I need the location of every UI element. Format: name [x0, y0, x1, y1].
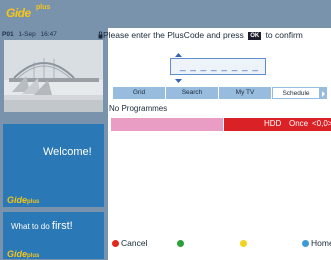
welcome-logo: Gideplus — [7, 190, 39, 207]
what-logo: Gideplus — [7, 244, 39, 259]
instruction-after: to confirm — [265, 30, 303, 40]
down-arrow-icon[interactable] — [175, 79, 182, 83]
logo-plus: plus — [27, 199, 40, 205]
up-arrow-icon[interactable] — [175, 53, 182, 57]
status-line: P01 1-Sep 16:47 — [2, 31, 60, 38]
welcome-panel[interactable]: Welcome! Gideplus — [3, 124, 104, 207]
schedule-entry-row[interactable]: HDD Once <0,0> — [108, 117, 331, 131]
schedule-slot — [111, 118, 223, 131]
header-bar: Gide plus — [0, 0, 331, 28]
record-device: HDD — [264, 119, 282, 128]
live-tv-thumbnail — [4, 40, 103, 112]
ok-key-icon: OK — [248, 32, 262, 40]
opera-house-picture — [4, 40, 103, 112]
tab-my-tv[interactable]: My TV — [219, 87, 272, 99]
home-label[interactable]: Home — [311, 238, 331, 248]
logo-plus: plus — [27, 253, 40, 259]
empty-schedule-label: No Programmes — [109, 104, 168, 113]
logo-plus: plus — [36, 4, 51, 11]
pluscode-input[interactable]: _ _ _ _ _ _ _ _ — [170, 58, 266, 75]
instruction-text: Please enter the PlusCode and press OK t… — [103, 30, 303, 40]
red-key-icon[interactable] — [112, 240, 119, 247]
guideplus-logo: Gide plus — [6, 4, 50, 24]
green-key-icon[interactable] — [177, 240, 184, 247]
what-to-do-text: What to do first! — [11, 220, 73, 232]
channel-number: P01 — [2, 31, 14, 38]
logo-text: Gide — [7, 195, 28, 205]
color-key-legend: Cancel Home — [110, 238, 331, 250]
welcome-text: Welcome! — [43, 146, 92, 158]
cancel-label[interactable]: Cancel — [121, 238, 147, 248]
tab-scroll-right[interactable] — [320, 87, 327, 99]
instruction-before: Please enter the PlusCode and press — [103, 30, 244, 40]
what-prefix: What to do — [11, 222, 50, 231]
tab-search[interactable]: Search — [166, 87, 219, 99]
pluscode-value: _ _ _ _ _ _ _ _ — [180, 61, 259, 72]
logo-text: Gide — [7, 249, 28, 259]
what-emphasis: first! — [51, 220, 73, 232]
what-to-do-panel[interactable]: What to do first! Gideplus — [3, 212, 104, 259]
chevron-right-icon — [322, 91, 325, 97]
record-count: <0,0> — [312, 119, 331, 128]
time-text: 16:47 — [40, 31, 57, 38]
date-text: 1-Sep — [18, 31, 36, 38]
blue-key-icon[interactable] — [302, 240, 309, 247]
tab-grid[interactable]: Grid — [113, 87, 166, 99]
logo-text: Gide — [6, 6, 31, 20]
yellow-key-icon[interactable] — [240, 240, 247, 247]
tab-schedule[interactable]: Schedule — [272, 87, 320, 99]
record-frequency: Once — [289, 119, 309, 128]
